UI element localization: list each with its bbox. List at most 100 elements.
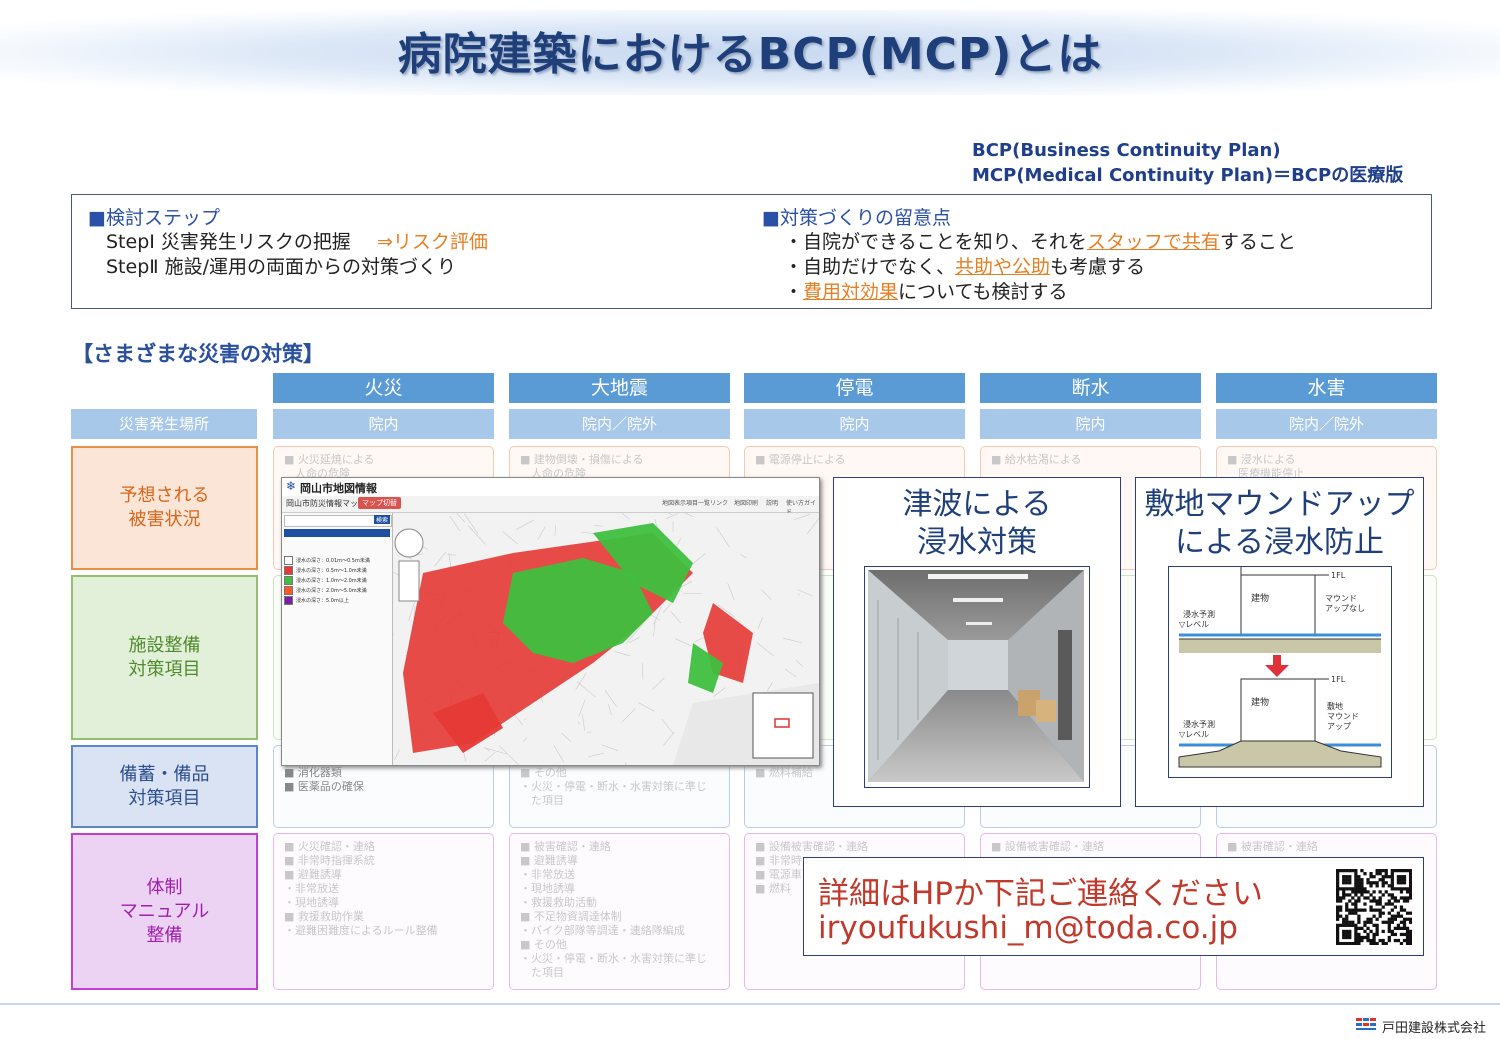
map-legend-item[interactable]: 浸水の深さ：1.0m～2.0m未満 [284, 575, 390, 585]
qr-code-icon[interactable] [1336, 869, 1412, 945]
map-toolbar-item[interactable]: 地図印刷 [734, 498, 758, 507]
qr-module [1381, 875, 1385, 879]
qr-module [1402, 917, 1407, 921]
legend-label: 浸水の深さ：0.01m～0.5m未満 [296, 557, 370, 564]
point-1-highlight: スタッフで共有 [1086, 231, 1220, 253]
contact-email[interactable]: iryoufukushi_m@toda.co.jp [818, 910, 1238, 946]
qr-module [1357, 881, 1361, 885]
qr-module [1348, 941, 1352, 945]
qr-module [1408, 884, 1412, 888]
qr-module [1366, 938, 1370, 943]
legend-swatch [284, 585, 293, 595]
map-legend-item[interactable]: 浸水の深さ：0.01m～0.5m未満 [284, 555, 390, 565]
qr-module [1342, 890, 1346, 894]
qr-module [1405, 869, 1410, 873]
qr-module [1396, 926, 1401, 930]
qr-module [1345, 923, 1349, 927]
qr-module [1399, 869, 1404, 873]
qr-module [1372, 932, 1376, 937]
label-water-top-2: ▽レベル [1179, 620, 1209, 629]
qr-module [1354, 878, 1358, 882]
qr-module [1375, 917, 1379, 921]
qr-module [1336, 941, 1340, 945]
qr-module [1357, 938, 1361, 943]
map-tab-button[interactable]: マップ切替 [358, 497, 401, 509]
qr-module [1396, 878, 1401, 882]
qr-module [1381, 878, 1385, 882]
map-panel-tabs[interactable] [284, 529, 390, 537]
qr-module [1390, 887, 1394, 891]
qr-module [1393, 938, 1397, 943]
label-1fl-bottom: 1FL [1331, 675, 1346, 684]
qr-module [1354, 941, 1358, 945]
qr-module [1336, 884, 1340, 888]
qr-module [1408, 920, 1412, 924]
map-toolbar-item[interactable]: 項目一覧 [686, 498, 710, 507]
col-head-fire: 火災 [273, 373, 494, 403]
qr-module [1378, 911, 1382, 915]
qr-module [1345, 905, 1349, 909]
location-fire: 院内 [273, 409, 494, 439]
step1-note: ⇒リスク評価 [377, 231, 488, 253]
label-water-bottom: 浸水予測 [1183, 719, 1215, 729]
qr-module [1372, 890, 1376, 894]
point-3-highlight: 費用対効果 [803, 281, 899, 303]
qr-module [1348, 929, 1352, 934]
qr-module [1369, 884, 1373, 888]
qr-module [1384, 920, 1388, 924]
qr-module [1342, 896, 1346, 900]
down-arrow-icon [1273, 655, 1281, 665]
qr-module [1381, 920, 1385, 924]
qr-module [1399, 887, 1404, 891]
qr-module [1342, 875, 1346, 879]
flood-hazard-map[interactable] [393, 513, 819, 765]
qr-module [1393, 917, 1397, 921]
qr-module [1357, 926, 1361, 930]
qr-module [1357, 941, 1361, 945]
qr-module [1339, 914, 1343, 918]
qr-module [1387, 911, 1391, 915]
qr-module [1336, 908, 1340, 912]
qr-module [1405, 917, 1410, 921]
qr-module [1393, 896, 1397, 900]
qr-module [1387, 902, 1391, 906]
qr-module [1387, 920, 1391, 924]
qr-module [1393, 869, 1397, 873]
qr-module [1381, 869, 1385, 873]
qr-module [1357, 914, 1361, 918]
qr-module [1348, 869, 1352, 873]
legend-label: 浸水の深さ：1.0m～2.0m未満 [296, 577, 367, 584]
step1-label: StepⅠ 災害発生リスクの把握 [106, 231, 351, 253]
map-search-button[interactable]: 検索 [374, 515, 391, 524]
map-toolbar-item[interactable]: 説明 [766, 498, 778, 507]
map-legend-item[interactable]: 浸水の深さ：5.0m以上 [284, 595, 390, 605]
qr-module [1390, 920, 1394, 924]
qr-module [1354, 938, 1358, 943]
qr-module [1366, 878, 1370, 882]
point-2-tail: も考慮する [1050, 256, 1146, 278]
qr-module [1351, 887, 1355, 891]
tsunami-title: 津波による 浸水対策 [902, 487, 1052, 560]
mound-panel: 敷地マウンドアップ による浸水防止 1FL 建物 マウンド アップなし 浸水予測… [1135, 477, 1424, 807]
qr-module [1354, 893, 1358, 897]
qr-module [1336, 890, 1340, 894]
points-heading: ■対策づくりの留意点 [762, 207, 951, 229]
map-toolbar-item[interactable]: 地図表示 [662, 498, 686, 507]
map-legend-item[interactable]: 浸水の深さ：0.5m～1.0m未満 [284, 565, 390, 575]
map-legend-item[interactable]: 浸水の深さ：2.0m～5.0m未満 [284, 585, 390, 595]
label-no-mound-2: アップなし [1325, 604, 1365, 613]
location-water-outage: 院内 [980, 409, 1201, 439]
step2: StepⅡ 施設/運用の両面からの対策づくり [106, 256, 457, 278]
cell-line: ■ 被害確認・連絡 [1227, 840, 1318, 853]
qr-module [1405, 929, 1410, 934]
col-head-flood: 水害 [1216, 373, 1437, 403]
qr-module [1369, 881, 1373, 885]
qr-module [1408, 935, 1412, 940]
cell-line: ・非常放送 [284, 882, 339, 895]
map-toolbar-item[interactable]: リンク [710, 498, 728, 507]
footer-divider [0, 1003, 1500, 1005]
grid-cell: ■ 火災確認・連絡 ■ 非常時指揮系統 ■ 避難誘導 ・非常放送 ・現地誘導 ■ 救援救助… [273, 833, 494, 990]
qr-module [1390, 881, 1394, 885]
zoom-control-icon [394, 528, 424, 558]
qr-module [1354, 929, 1358, 934]
